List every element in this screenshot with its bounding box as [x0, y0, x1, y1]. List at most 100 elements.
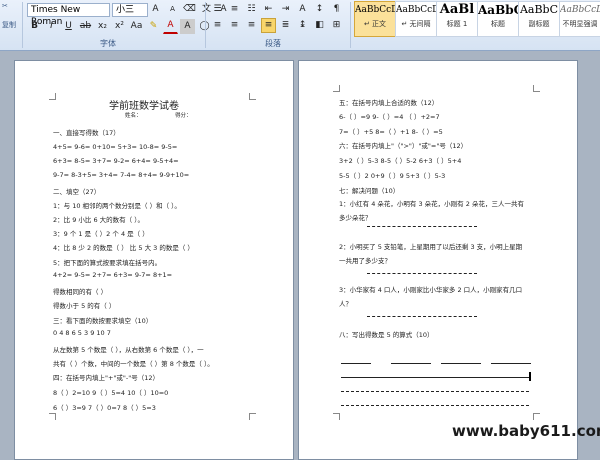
strikethrough-icon[interactable]: ab — [78, 19, 93, 34]
style-preview: AaBl — [439, 2, 475, 17]
style-name: ↵ 正文 — [363, 20, 387, 28]
text-line: 八：写出得数是 5 的算式（10） — [339, 331, 434, 339]
text-line: 0 4 8 6 5 3 9 10 7 — [53, 329, 111, 337]
distributed-icon[interactable]: ≣ — [278, 18, 293, 33]
font-color-icon[interactable]: A — [163, 18, 178, 34]
margin-marker — [333, 85, 340, 92]
style-heading-1[interactable]: AaBl 标题 1 — [436, 1, 478, 37]
text-line: 3：9 个 1 是（ ）2 个 4 是（ ） — [53, 230, 149, 238]
answer-line — [341, 363, 371, 364]
justify-icon[interactable]: ≡ — [261, 18, 276, 33]
text-line: 4+2= 9-5= 2+7= 6+3= 9-7= 8+1= — [53, 271, 173, 279]
align-center-icon[interactable]: ≡ — [227, 18, 242, 33]
multilevel-list-icon[interactable]: ☷ — [244, 2, 259, 17]
text-line: 多少朵花？ — [339, 214, 372, 222]
watermark-text: www.baby611.com — [452, 422, 600, 440]
paragraph-group-label: 段落 — [265, 39, 281, 48]
change-case-icon[interactable]: Aa — [129, 19, 144, 34]
style-name: 标题 1 — [446, 20, 468, 28]
style-name: 不明显强调 — [562, 20, 598, 28]
document-page-left[interactable]: 学前班数学试卷 姓名： 得分： 一、直接写得数（17） 4+5= 9-6= 0+1… — [14, 60, 294, 460]
increase-indent-icon[interactable]: ⇥ — [278, 2, 293, 17]
highlight-icon[interactable]: ✎ — [146, 19, 161, 34]
show-marks-icon[interactable]: ¶ — [329, 2, 344, 17]
ribbon-toolbar: ✂ 复制 Times New Roman 小三 A A ⌫ 文 A B I U … — [0, 0, 600, 51]
style-normal[interactable]: AaBbCcDd ↵ 正文 — [354, 1, 396, 37]
text-line: 1：与 10 相邻的两个数分别是（ ）和（ ）。 — [53, 202, 181, 210]
superscript-icon[interactable]: x² — [112, 19, 127, 34]
numbering-icon[interactable]: ≡ — [227, 2, 242, 17]
answer-line — [367, 316, 477, 317]
text-line: 2：小明买了 5 支铅笔，上星期用了以后还剩 3 支，小明上星期 — [339, 243, 523, 251]
answer-line — [341, 377, 529, 378]
style-preview: AaBbC — [519, 3, 559, 16]
style-subtle-emphasis[interactable]: AaBbCcDd 不明显强调 — [559, 1, 600, 37]
align-right-icon[interactable]: ≡ — [244, 18, 259, 33]
borders-icon[interactable]: ⊞ — [329, 18, 344, 33]
char-shading-icon[interactable]: A — [180, 18, 195, 34]
bold-icon[interactable]: B — [27, 19, 42, 34]
subscript-icon[interactable]: x₂ — [95, 19, 110, 34]
clipboard-fragment-top[interactable]: ✂ — [2, 2, 8, 10]
text-line: 6-（ ）=9 9-（ ）=4 （ ）+2=7 — [339, 113, 440, 121]
ribbon-separator — [350, 2, 351, 48]
text-line: 5-5（ ）2 0+9（ ）9 5+3（ ）5-3 — [339, 172, 446, 180]
answer-line — [341, 405, 529, 406]
text-line: 共有（ ）个数，中间的一个数是（ ）第 8 个数是（ ）。 — [53, 360, 214, 368]
shading-icon[interactable]: ◧ — [312, 18, 327, 33]
text-line: 2：比 9 小比 6 大的数有（ ）。 — [53, 216, 144, 224]
text-line: 4：比 8 少 2 的数是（ ） 比 5 大 3 的数是（ ） — [53, 244, 194, 252]
copy-label[interactable]: 复制 — [2, 20, 16, 30]
style-name: 副标题 — [528, 20, 550, 28]
text-line: 一共用了多少支？ — [339, 257, 391, 265]
bullets-icon[interactable]: ☰ — [210, 2, 225, 17]
text-line: 一、直接写得数（17） — [53, 129, 120, 137]
text-cursor — [529, 372, 531, 381]
grow-font-icon[interactable]: A — [148, 2, 163, 17]
text-line: 6（ ）3=9 7（ ）0=7 8（ ）5=3 — [53, 404, 156, 412]
style-name: ↵ 无间隔 — [401, 20, 431, 28]
sort-icon[interactable]: ↕ — [312, 2, 327, 17]
margin-marker — [533, 85, 540, 92]
style-subtitle[interactable]: AaBbC 副标题 — [518, 1, 560, 37]
style-preview: AaBbCcDd — [396, 5, 436, 15]
style-no-spacing[interactable]: AaBbCcDd ↵ 无间隔 — [395, 1, 437, 37]
margin-marker — [249, 413, 256, 420]
style-title[interactable]: AaBbC 标题 — [477, 1, 519, 37]
margin-marker — [249, 93, 256, 100]
text-line: 人？ — [339, 300, 352, 308]
text-line: 五：在括号内填上合适的数（12） — [339, 99, 439, 107]
document-page-right[interactable]: 五：在括号内填上合适的数（12） 6-（ ）=9 9-（ ）=4 （ ）+2=7 7… — [298, 60, 578, 460]
text-line: 从左数第 5 个数是（ ），从右数第 6 个数是（ ），一 — [53, 346, 204, 354]
text-line: 七：解决问题（10） — [339, 187, 400, 195]
font-name-box[interactable]: Times New Roman — [27, 2, 110, 27]
margin-marker — [49, 93, 56, 100]
text-line: 六：在括号内填上"（">"）"或"="号（12） — [339, 142, 468, 150]
text-line: 6+3= 8-5= 3+7= 9-2= 6+4= 9-5+4= — [53, 157, 179, 165]
text-line: 4+5= 9-6= 0+10= 5+3= 10-8= 9-5= — [53, 143, 178, 151]
italic-icon[interactable]: I — [44, 19, 59, 34]
ribbon-separator — [205, 2, 206, 48]
align-left-icon[interactable]: ≡ — [210, 18, 225, 33]
margin-marker — [533, 413, 540, 420]
text-line: 1：小红有 4 朵花，小明有 3 朵花，小刚有 2 朵花，三人一共有 — [339, 200, 524, 208]
decrease-indent-icon[interactable]: ⇤ — [261, 2, 276, 17]
answer-line — [491, 363, 531, 364]
answer-line — [391, 363, 431, 364]
style-preview: AaBbCcDd — [355, 5, 395, 15]
text-line: 3：小华家有 4 口人，小刚家比小华家多 2 口人，小刚家有几口 — [339, 286, 523, 294]
clear-format-icon[interactable]: ⌫ — [182, 2, 197, 17]
line-spacing-icon[interactable]: ↨ — [295, 18, 310, 33]
text-line: 5：把下面的算式按要求填在括号内。 — [53, 259, 162, 267]
chinese-layout-icon[interactable]: A — [295, 2, 310, 17]
text-line: 3+2（ ）5-3 8-5（ ）5-2 6+3（ ）5+4 — [339, 157, 462, 165]
underline-icon[interactable]: U — [61, 19, 76, 34]
margin-marker — [49, 413, 56, 420]
shrink-font-icon[interactable]: A — [165, 2, 180, 17]
text-line: 四：在括号内填上"+"或"-"号（12） — [53, 374, 160, 382]
font-size-box[interactable]: 小三 — [112, 2, 148, 17]
font-group-label: 字体 — [100, 39, 116, 48]
text-line: 7=（ ）+5 8=（ ）+1 8-（ ）=5 — [339, 128, 443, 136]
text-line: 得数相同的有（ ） — [53, 288, 108, 296]
style-name: 标题 — [491, 20, 505, 28]
